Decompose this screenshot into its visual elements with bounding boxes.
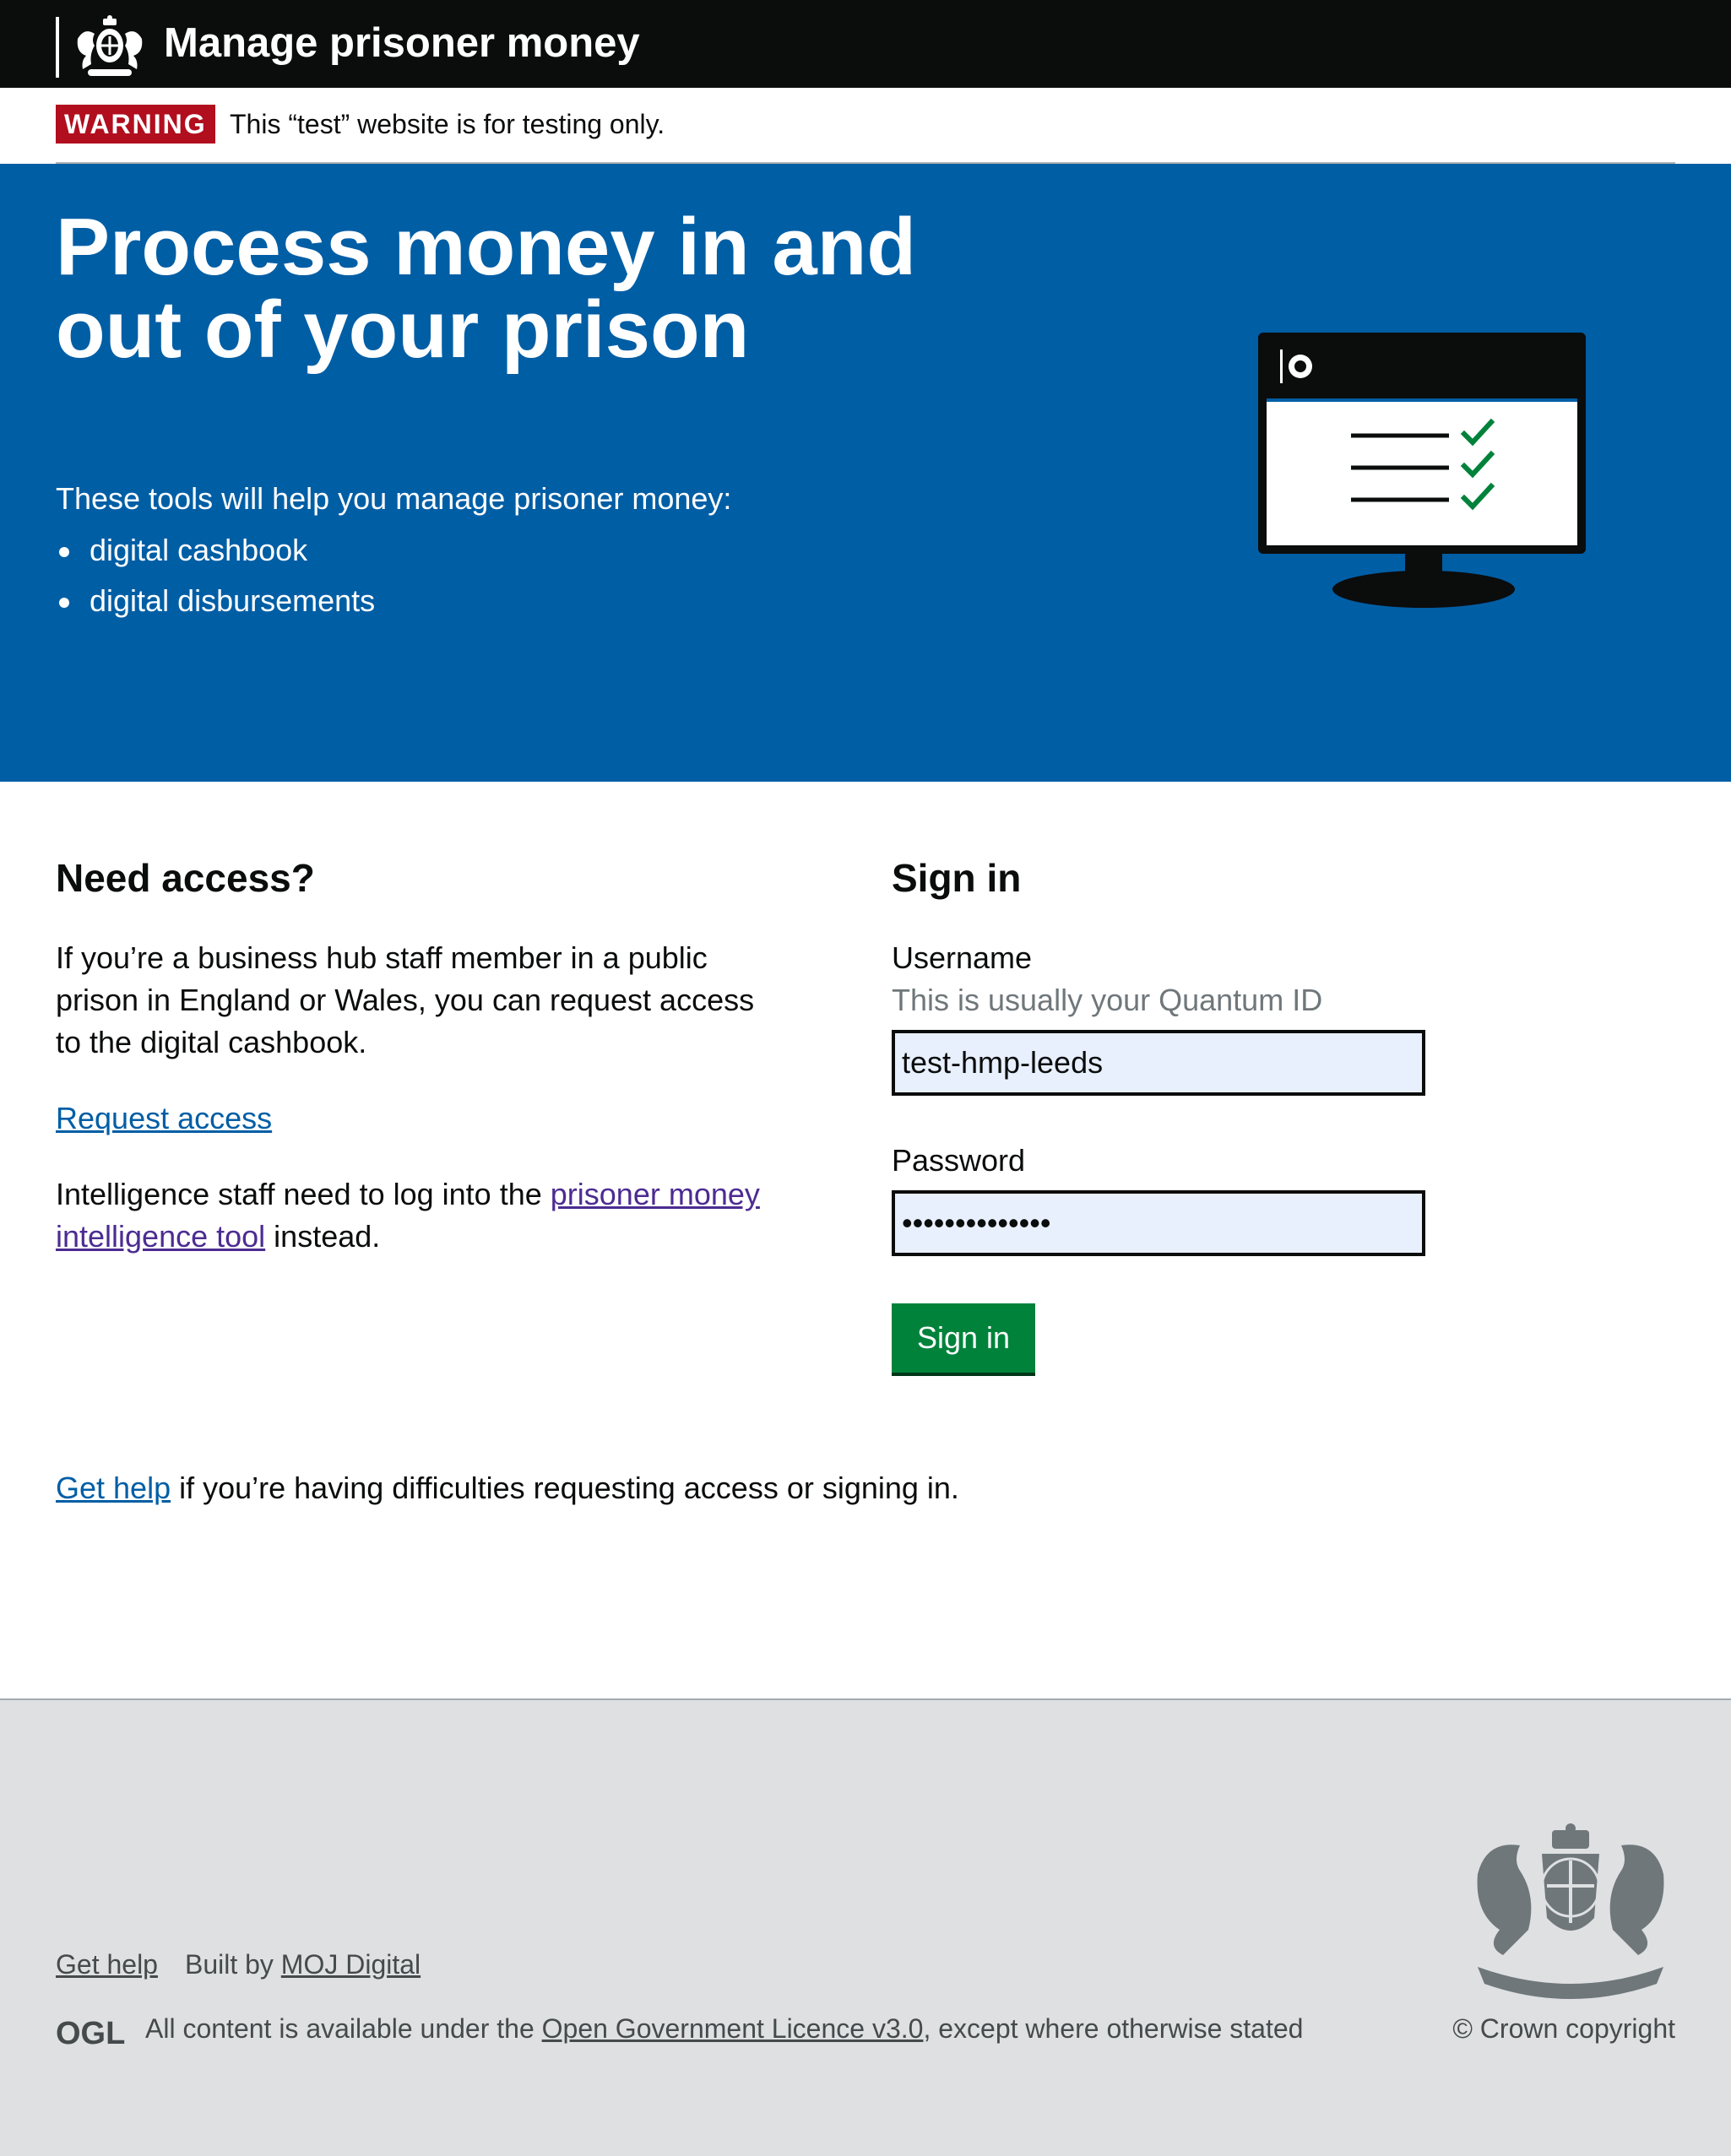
intelligence-text-before: Intelligence staff need to log into the <box>56 1177 551 1211</box>
warning-tag: WARNING <box>56 105 215 144</box>
username-label: Username <box>892 940 1033 975</box>
request-access-link[interactable]: Request access <box>56 1097 272 1140</box>
password-label: Password <box>892 1143 1026 1178</box>
need-access-section: Need access? If you’re a business hub st… <box>56 853 782 1254</box>
password-input[interactable] <box>892 1190 1425 1256</box>
page-title: Process money in and out of your prison <box>56 202 917 375</box>
monitor-checklist-icon <box>1258 333 1586 608</box>
ogl-licence-link[interactable]: Open Government Licence v3.0 <box>542 2013 924 2044</box>
username-input[interactable] <box>892 1030 1425 1096</box>
hero-banner: Process money in and out of your prison … <box>0 164 1731 782</box>
help-text: if you’re having difficulties requesting… <box>171 1471 959 1505</box>
footer-links: Get help Built by MOJ Digital <box>56 1945 421 1984</box>
ogl-logo-text: OGL <box>56 2016 125 2050</box>
service-name[interactable]: Manage prisoner money <box>164 15 640 71</box>
warning-message: This “test” website is for testing only. <box>230 109 665 139</box>
sign-in-section: Sign in Username This is usually your Qu… <box>892 853 1483 1373</box>
licence-suffix: , except where otherwise stated <box>923 2013 1304 2044</box>
sign-in-heading: Sign in <box>892 856 1022 900</box>
hero-intro: These tools will help you manage prisone… <box>56 481 732 516</box>
list-item: digital disbursements <box>56 576 375 626</box>
licence-text: All content is available under the Open … <box>145 2009 1303 2048</box>
ogl-logo-icon[interactable]: OGL <box>56 2016 125 2050</box>
username-hint: This is usually your Quantum ID <box>892 983 1323 1017</box>
help-line: Get help if you’re having difficulties r… <box>56 1467 959 1509</box>
sign-in-button[interactable]: Sign in <box>892 1303 1036 1373</box>
site-footer: Get help Built by MOJ Digital OGL All con… <box>0 1698 1731 2156</box>
access-description: If you’re a business hub staff member in… <box>56 940 755 1059</box>
moj-digital-link[interactable]: MOJ Digital <box>281 1949 421 1980</box>
royal-crest-icon[interactable] <box>69 14 150 81</box>
list-item: digital cashbook <box>56 525 375 576</box>
built-by-text: Built by <box>184 1949 281 1980</box>
intelligence-note: Intelligence staff need to log into the … <box>56 1173 782 1258</box>
site-header: Manage prisoner money <box>0 0 1731 88</box>
need-access-heading: Need access? <box>56 856 315 900</box>
intelligence-text-after: instead. <box>265 1219 381 1254</box>
header-divider <box>56 17 59 78</box>
test-warning-banner: WARNING This “test” website is for testi… <box>0 88 1731 164</box>
tools-list: digital cashbook digital disbursements <box>56 525 375 626</box>
licence-prefix: All content is available under the <box>145 2013 542 2044</box>
crown-copyright[interactable]: © Crown copyright <box>1452 2009 1675 2048</box>
royal-coat-of-arms-icon[interactable] <box>1461 1823 1680 2001</box>
get-help-link[interactable]: Get help <box>56 1471 171 1505</box>
footer-get-help-link[interactable]: Get help <box>56 1949 158 1980</box>
